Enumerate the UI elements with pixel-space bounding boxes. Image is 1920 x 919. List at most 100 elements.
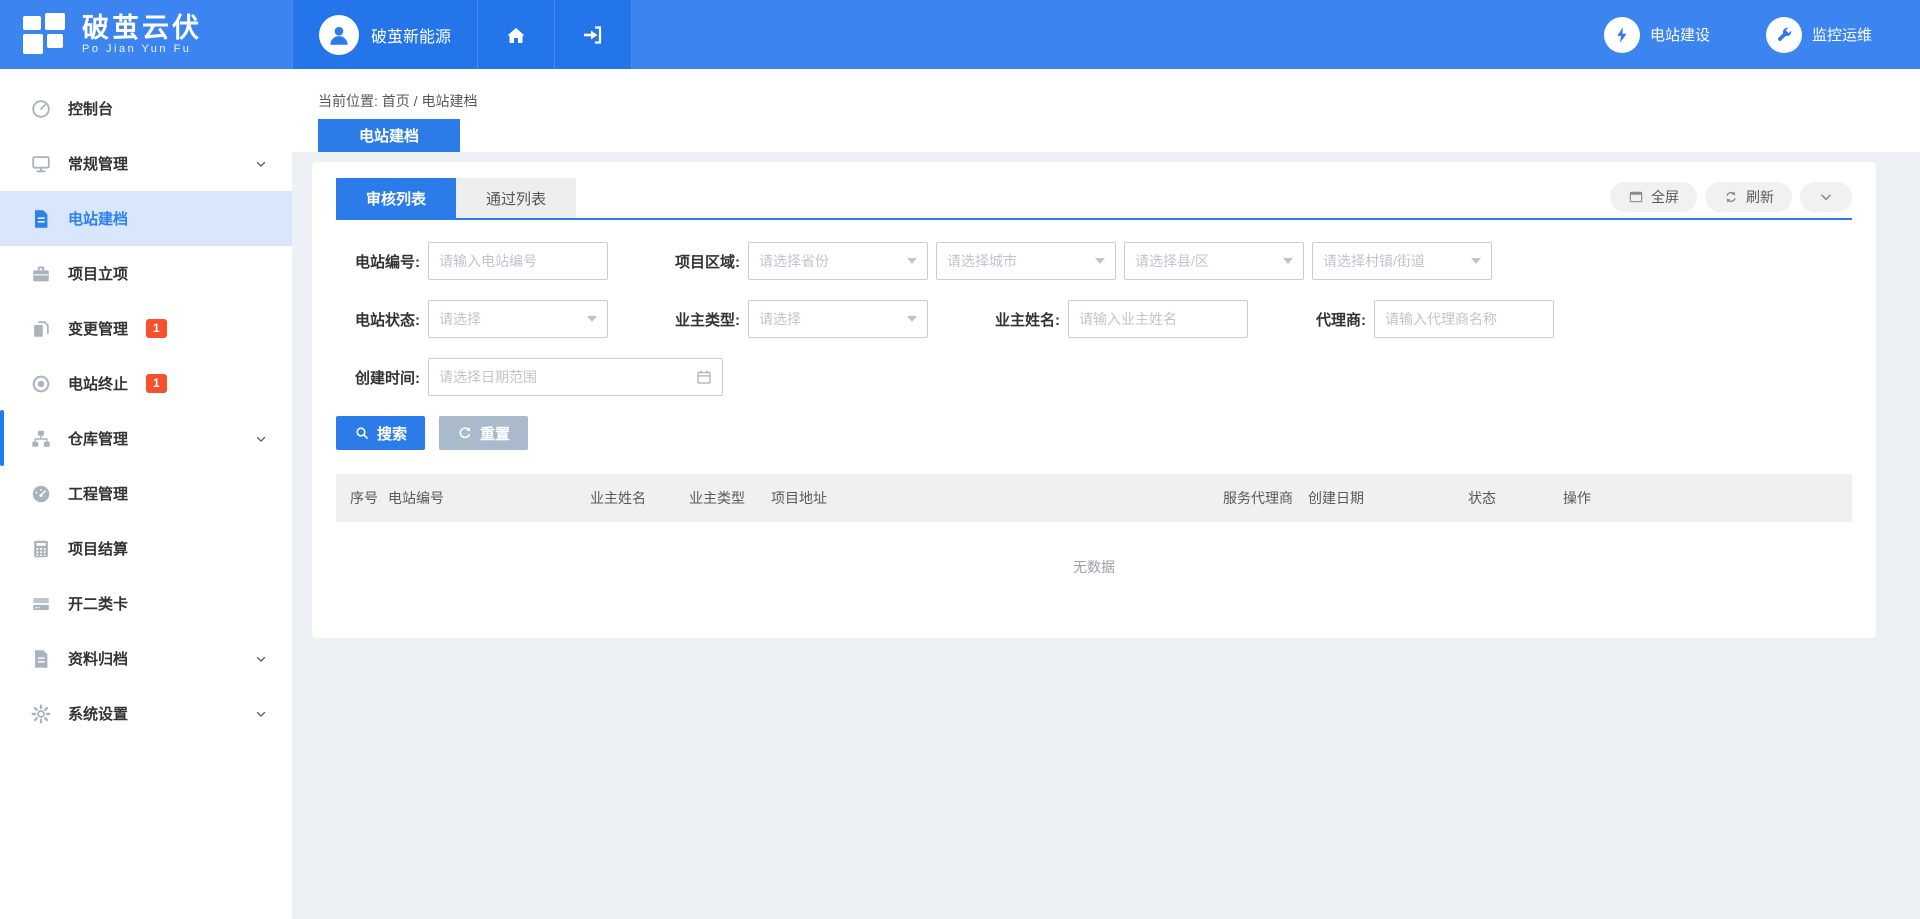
gear-icon [30, 703, 52, 725]
sidebar-item-label: 仓库管理 [68, 428, 128, 449]
create-time-label: 创建时间: [336, 367, 420, 388]
fullscreen-icon [1628, 189, 1644, 205]
fullscreen-button[interactable]: 全屏 [1610, 182, 1697, 212]
copy-icon [30, 318, 52, 340]
sidebar-item-label: 系统设置 [68, 703, 128, 724]
refresh-button[interactable]: 刷新 [1705, 182, 1792, 212]
collapse-button[interactable] [1800, 182, 1852, 212]
topbar: 破茧云伏 Po Jian Yun Fu 破茧新能源 [0, 0, 1920, 69]
filter-row-3: 创建时间: [336, 358, 1852, 396]
refresh-icon [1723, 189, 1739, 205]
sidebar-item-label: 控制台 [68, 98, 113, 119]
sidebar-item-console[interactable]: 控制台 [0, 81, 292, 136]
chevron-down-icon [254, 707, 268, 721]
sidebar-item-label: 工程管理 [68, 483, 128, 504]
brand[interactable]: 破茧云伏 Po Jian Yun Fu [0, 0, 292, 69]
sidebar-item-station-termination[interactable]: 电站终止 1 [0, 356, 292, 411]
speedometer-icon [30, 483, 52, 505]
results-table: 序号 电站编号 业主姓名 业主类型 项目地址 服务代理商 创建日期 状态 操作 … [336, 474, 1852, 612]
owner-type-select[interactable]: 请选择 [748, 300, 928, 338]
reset-button[interactable]: 重置 [439, 416, 528, 450]
station-no-input[interactable] [428, 242, 608, 280]
caret-down-icon [907, 316, 917, 322]
tab-review-list[interactable]: 审核列表 [336, 178, 456, 218]
sitemap-icon [30, 428, 52, 450]
col-project-address: 项目地址 [771, 488, 1223, 508]
reset-icon [457, 425, 473, 441]
topbar-middle: 破茧新能源 [292, 0, 632, 69]
tab-passed-list[interactable]: 通过列表 [456, 178, 576, 218]
region-label: 项目区域: [656, 251, 740, 272]
owner-type-label: 业主类型: [656, 309, 740, 330]
owner-name-input[interactable] [1068, 300, 1248, 338]
user-menu[interactable]: 破茧新能源 [292, 0, 477, 69]
town-select[interactable]: 请选择村镇/街道 [1312, 242, 1492, 280]
sidebar-item-label: 开二类卡 [68, 593, 128, 614]
agent-input[interactable] [1374, 300, 1554, 338]
home-button[interactable] [477, 0, 554, 69]
dashboard-icon [30, 98, 52, 120]
sidebar: 控制台 常规管理 电站建档 项目立项 变更管 [0, 69, 292, 919]
col-create-date: 创建日期 [1308, 488, 1468, 508]
breadcrumb: 当前位置: 首页 / 电站建档 [318, 93, 477, 109]
empty-state: 无数据 [336, 522, 1852, 612]
sidebar-item-label: 电站建档 [68, 208, 128, 229]
breadcrumb-path[interactable]: 首页 / 电站建档 [382, 93, 478, 109]
sidebar-item-data-archive[interactable]: 资料归档 [0, 631, 292, 686]
col-index: 序号 [350, 488, 388, 508]
caret-down-icon [587, 316, 597, 322]
owner-type-value: 请选择 [759, 309, 801, 329]
file-icon [30, 648, 52, 670]
chevron-down-icon [254, 652, 268, 666]
brand-title: 破茧云伏 [82, 14, 202, 44]
caret-down-icon [907, 258, 917, 264]
chevron-down-icon [1818, 189, 1834, 205]
logout-button[interactable] [554, 0, 632, 69]
search-button[interactable]: 搜索 [336, 416, 425, 450]
sidebar-item-system-settings[interactable]: 系统设置 [0, 686, 292, 741]
sidebar-item-label: 常规管理 [68, 153, 128, 174]
fullscreen-label: 全屏 [1651, 187, 1679, 207]
sidebar-item-project-initiation[interactable]: 项目立项 [0, 246, 292, 301]
brand-subtitle: Po Jian Yun Fu [82, 43, 202, 55]
date-range-input[interactable] [428, 358, 723, 396]
nav-station-build-label: 电站建设 [1650, 24, 1710, 45]
sidebar-item-engineering-mgmt[interactable]: 工程管理 [0, 466, 292, 521]
sidebar-item-open-class2-card[interactable]: 开二类卡 [0, 576, 292, 631]
col-owner-name: 业主姓名 [590, 488, 689, 508]
town-select-value: 请选择村镇/街道 [1323, 251, 1425, 271]
calculator-icon [30, 538, 52, 560]
main-panel: 审核列表 通过列表 全屏 [312, 162, 1876, 638]
brand-logo-icon [22, 12, 68, 58]
home-icon [504, 23, 528, 47]
table-header-row: 序号 电站编号 业主姓名 业主类型 项目地址 服务代理商 创建日期 状态 操作 [336, 474, 1852, 522]
lightning-icon [1604, 17, 1640, 53]
sidebar-item-label: 项目立项 [68, 263, 128, 284]
sidebar-item-station-archive[interactable]: 电站建档 [0, 191, 292, 246]
filter-row-2: 电站状态: 请选择 业主类型: 请选择 业主姓名: 代理商: [336, 300, 1852, 338]
nav-monitor-ops[interactable]: 监控运维 [1766, 17, 1872, 53]
province-select[interactable]: 请选择省份 [748, 242, 928, 280]
district-select[interactable]: 请选择县/区 [1124, 242, 1304, 280]
page-tab-station-archive[interactable]: 电站建档 [318, 119, 460, 152]
nav-station-build[interactable]: 电站建设 [1604, 17, 1710, 53]
station-status-select[interactable]: 请选择 [428, 300, 608, 338]
card-icon [30, 593, 52, 615]
breadcrumb-bar: 当前位置: 首页 / 电站建档 电站建档 [292, 69, 1920, 152]
caret-down-icon [1471, 258, 1481, 264]
station-no-label: 电站编号: [336, 251, 420, 272]
col-owner-type: 业主类型 [689, 488, 771, 508]
sidebar-item-project-settlement[interactable]: 项目结算 [0, 521, 292, 576]
company-name: 破茧新能源 [371, 23, 451, 47]
reset-button-label: 重置 [480, 423, 510, 444]
chevron-down-icon [254, 157, 268, 171]
sidebar-item-general-mgmt[interactable]: 常规管理 [0, 136, 292, 191]
sidebar-item-change-mgmt[interactable]: 变更管理 1 [0, 301, 292, 356]
brand-text: 破茧云伏 Po Jian Yun Fu [82, 14, 202, 56]
sidebar-item-warehouse-mgmt[interactable]: 仓库管理 [0, 411, 292, 466]
document-icon [30, 208, 52, 230]
target-icon [30, 373, 52, 395]
action-buttons: 搜索 重置 [336, 416, 1852, 450]
owner-name-label: 业主姓名: [976, 309, 1060, 330]
city-select[interactable]: 请选择城市 [936, 242, 1116, 280]
